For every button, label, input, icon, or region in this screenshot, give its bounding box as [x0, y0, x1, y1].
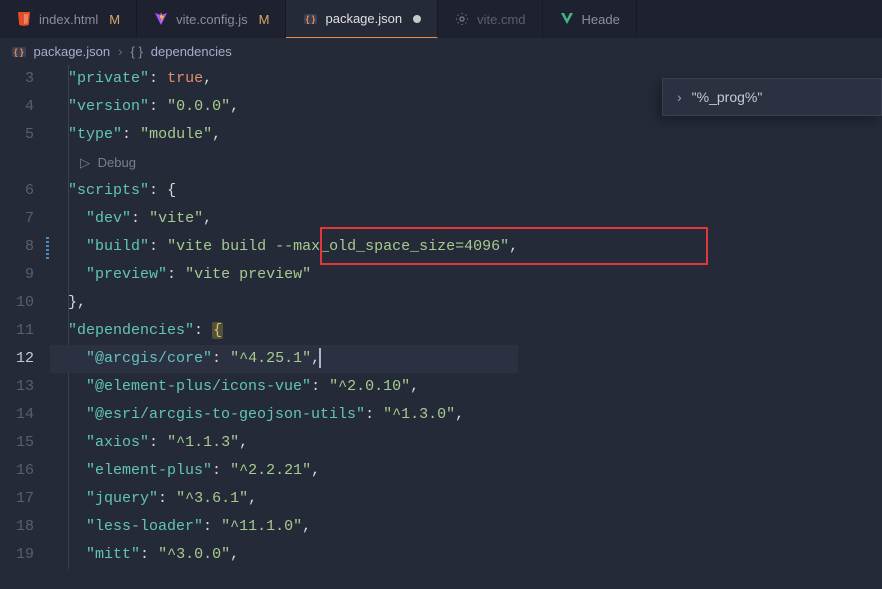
line-number: 13: [0, 373, 34, 401]
unsaved-indicator: [413, 15, 421, 23]
chevron-right-icon: ›: [118, 44, 122, 59]
line-number: 15: [0, 429, 34, 457]
line-number: 6: [0, 177, 34, 205]
code-line[interactable]: },: [50, 289, 518, 317]
code-line[interactable]: "jquery": "^3.6.1",: [50, 485, 518, 513]
tab-vite-config-js[interactable]: vite.config.js M: [137, 0, 286, 38]
play-icon: ▷: [80, 149, 90, 177]
line-number: 19: [0, 541, 34, 569]
modified-indicator: M: [109, 12, 120, 27]
line-number: 18: [0, 513, 34, 541]
modified-indicator: M: [259, 12, 270, 27]
tab-label: index.html: [39, 12, 98, 27]
debug-codelens[interactable]: ▷ Debug: [50, 149, 518, 177]
code-line[interactable]: "@arcgis/core": "^4.25.1",: [50, 345, 518, 373]
vue-icon: [559, 11, 575, 27]
code-line[interactable]: "@element-plus/icons-vue": "^2.0.10",: [50, 373, 518, 401]
tab-label: package.json: [325, 11, 402, 26]
code-line[interactable]: "dev": "vite",: [50, 205, 518, 233]
line-number: 12: [0, 345, 34, 373]
line-number: 9: [0, 261, 34, 289]
code-line[interactable]: "dependencies": {: [50, 317, 518, 345]
code-line[interactable]: "preview": "vite preview": [50, 261, 518, 289]
overlay-text: "%_prog%": [692, 89, 763, 105]
code-line[interactable]: "type": "module",: [50, 121, 518, 149]
code-line[interactable]: "build": "vite build --max_old_space_siz…: [50, 233, 518, 261]
code-line[interactable]: "mitt": "^3.0.0",: [50, 541, 518, 569]
braces-icon: { }: [130, 44, 142, 59]
json-icon: { }: [12, 47, 26, 57]
code-editor[interactable]: 345 678910111213141516171819 "private": t…: [0, 65, 882, 569]
code-line[interactable]: "less-loader": "^11.1.0",: [50, 513, 518, 541]
line-number: 10: [0, 289, 34, 317]
code-line[interactable]: "@esri/arcgis-to-geojson-utils": "^1.3.0…: [50, 401, 518, 429]
tab-package-json[interactable]: { } package.json: [286, 0, 438, 38]
gear-icon: [454, 11, 470, 27]
tab-label: vite.config.js: [176, 12, 248, 27]
code-line[interactable]: "scripts": {: [50, 177, 518, 205]
breadcrumb[interactable]: { } package.json › { } dependencies: [0, 38, 882, 65]
code-content[interactable]: "private": true, "version": "0.0.0", "ty…: [50, 65, 518, 569]
breadcrumb-segment: dependencies: [151, 44, 232, 59]
suggest-overlay[interactable]: › "%_prog%": [662, 78, 882, 116]
tab-Heade[interactable]: Heade: [543, 0, 637, 38]
tab-index-html[interactable]: index.html M: [0, 0, 137, 38]
line-number: 14: [0, 401, 34, 429]
line-number: 3: [0, 65, 34, 93]
line-gutter: 345 678910111213141516171819: [0, 65, 50, 569]
tab-vite-cmd[interactable]: vite.cmd: [438, 0, 542, 38]
line-number: 11: [0, 317, 34, 345]
html5-icon: [16, 11, 32, 27]
tab-label: vite.cmd: [477, 12, 525, 27]
vite-icon: [153, 11, 169, 27]
line-number: 8: [0, 233, 34, 261]
line-number: 4: [0, 93, 34, 121]
chevron-right-icon: ›: [677, 89, 682, 105]
line-number: 5: [0, 121, 34, 149]
breadcrumb-file: package.json: [34, 44, 111, 59]
code-line[interactable]: "private": true,: [50, 65, 518, 93]
json-icon: { }: [302, 11, 318, 27]
tab-label: Heade: [582, 12, 620, 27]
code-line[interactable]: "axios": "^1.1.3",: [50, 429, 518, 457]
line-number: 17: [0, 485, 34, 513]
change-indicator: [46, 235, 49, 259]
code-line[interactable]: "element-plus": "^2.2.21",: [50, 457, 518, 485]
line-number: 16: [0, 457, 34, 485]
code-line[interactable]: "version": "0.0.0",: [50, 93, 518, 121]
editor-tabs: index.html Mvite.config.js M { } package.jso…: [0, 0, 882, 38]
line-number: 7: [0, 205, 34, 233]
